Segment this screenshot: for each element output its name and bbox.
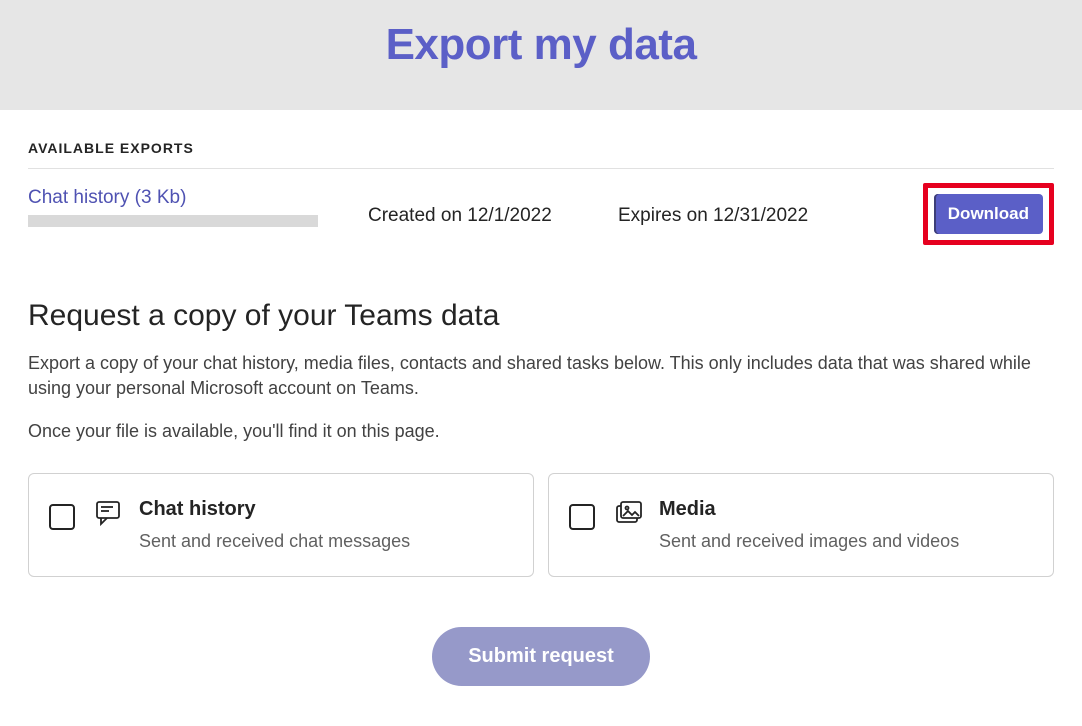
- page-title: Export my data: [0, 20, 1082, 70]
- download-button[interactable]: Download: [934, 194, 1043, 234]
- export-created-date: Created on 12/1/2022: [368, 205, 608, 227]
- download-highlight: Download: [923, 183, 1054, 245]
- option-subtitle: Sent and received images and videos: [659, 531, 959, 552]
- checkbox-chat-history[interactable]: [49, 504, 75, 530]
- request-heading: Request a copy of your Teams data: [28, 299, 1054, 333]
- option-title: Media: [659, 498, 959, 521]
- option-chat-history[interactable]: Chat history Sent and received chat mess…: [28, 473, 534, 577]
- export-expires-date: Expires on 12/31/2022: [618, 205, 913, 227]
- option-body: Media Sent and received images and video…: [615, 498, 959, 552]
- export-name-column: Chat history (3 Kb): [28, 187, 368, 227]
- export-file-link[interactable]: Chat history (3 Kb): [28, 187, 186, 208]
- option-title: Chat history: [139, 498, 410, 521]
- page-content: AVAILABLE EXPORTS Chat history (3 Kb) Cr…: [0, 110, 1082, 686]
- option-subtitle: Sent and received chat messages: [139, 531, 410, 552]
- option-text: Media Sent and received images and video…: [659, 498, 959, 552]
- redacted-placeholder: [28, 215, 318, 227]
- options-row: Chat history Sent and received chat mess…: [28, 473, 1054, 577]
- submit-request-button[interactable]: Submit request: [432, 627, 650, 686]
- option-text: Chat history Sent and received chat mess…: [139, 498, 410, 552]
- chat-icon: [95, 500, 125, 533]
- request-description-2: Once your file is available, you'll find…: [28, 419, 1054, 444]
- option-media[interactable]: Media Sent and received images and video…: [548, 473, 1054, 577]
- export-row: Chat history (3 Kb) Created on 12/1/2022…: [28, 169, 1054, 263]
- media-icon: [615, 500, 645, 533]
- export-meta: Created on 12/1/2022 Expires on 12/31/20…: [368, 187, 1054, 245]
- submit-wrap: Submit request: [28, 627, 1054, 686]
- option-body: Chat history Sent and received chat mess…: [95, 498, 410, 552]
- checkbox-media[interactable]: [569, 504, 595, 530]
- request-description-1: Export a copy of your chat history, medi…: [28, 351, 1054, 401]
- page-header: Export my data: [0, 0, 1082, 110]
- available-exports-label: AVAILABLE EXPORTS: [28, 110, 1054, 169]
